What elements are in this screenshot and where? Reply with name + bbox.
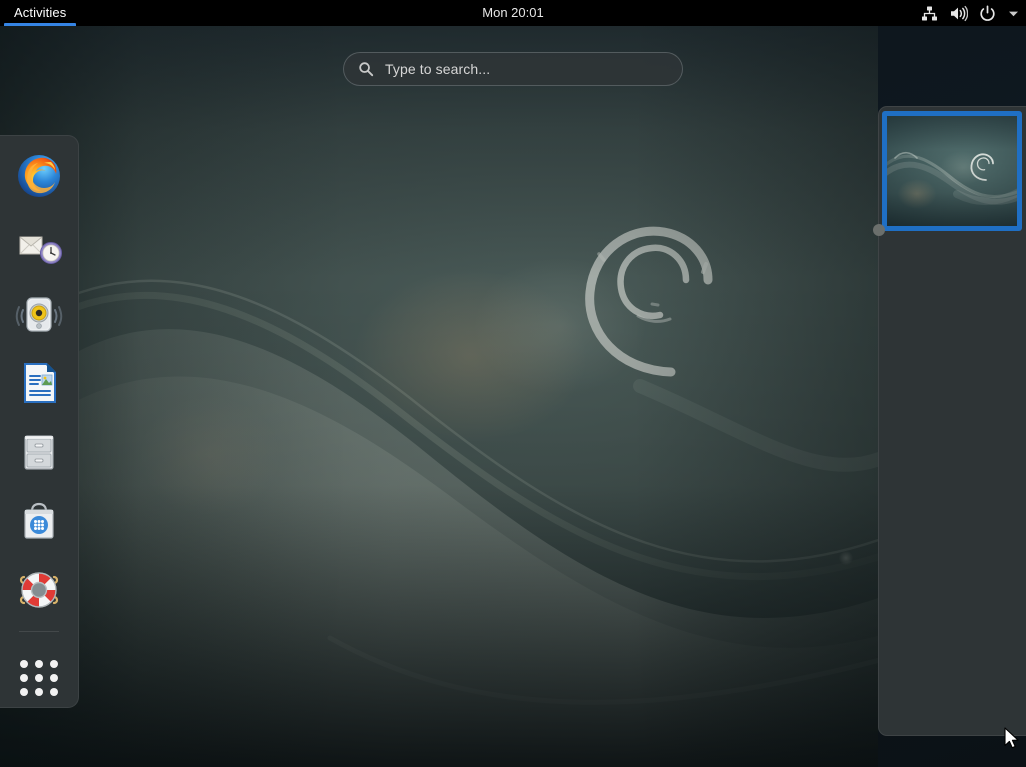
desktop-preview[interactable] [0,26,878,767]
activities-active-indicator [4,23,76,26]
grid-dot [35,688,43,696]
clock-area: Mon 20:01 [0,0,1026,26]
power-icon[interactable] [979,5,996,22]
grid-dot [35,674,43,682]
search-placeholder-text: Type to search... [385,61,490,77]
lifebuoy-icon [15,566,63,614]
grid-dot [20,674,28,682]
show-applications-button[interactable] [7,644,71,707]
dash-item-libreoffice-writer[interactable] [7,351,71,414]
grid-dot [50,688,58,696]
dash-item-help[interactable] [7,558,71,621]
dash-item-rhythmbox[interactable] [7,282,71,345]
document-icon [15,359,63,407]
volume-high-icon[interactable] [949,5,968,22]
activities-button[interactable]: Activities [0,0,80,26]
speaker-icon [15,290,63,338]
status-area[interactable] [921,0,1020,26]
apps-grid-icon [20,660,58,690]
dash-item-firefox[interactable] [7,144,71,207]
workspace-thumbnails-panel [878,106,1026,736]
thumbnail-shade [887,116,1017,226]
activities-overview: Type to search... [0,0,1026,767]
grid-dot [20,660,28,668]
file-cabinet-icon [15,428,63,476]
search-icon [358,61,374,77]
grid-dot [50,674,58,682]
dash-separator [19,631,59,632]
workspace-thumbnail-1[interactable] [882,111,1022,231]
clock-label[interactable]: Mon 20:01 [474,0,551,26]
grid-dot [50,660,58,668]
dash-item-software[interactable] [7,489,71,552]
chevron-down-icon[interactable] [1007,7,1020,20]
wallpaper-horizontal-shade [0,26,878,767]
dash-item-files[interactable] [7,420,71,483]
dash-item-evolution[interactable] [7,213,71,276]
search-input[interactable]: Type to search... [343,52,683,86]
grid-dot [20,688,28,696]
grid-dot [35,660,43,668]
network-wired-icon[interactable] [921,5,938,22]
shopping-bag-icon [15,497,63,545]
mail-clock-icon [15,221,63,269]
firefox-icon [15,152,63,200]
dash [0,135,79,708]
workspace-panel-handle[interactable] [873,224,885,236]
top-bar: Activities Mon 20:01 [0,0,1026,26]
